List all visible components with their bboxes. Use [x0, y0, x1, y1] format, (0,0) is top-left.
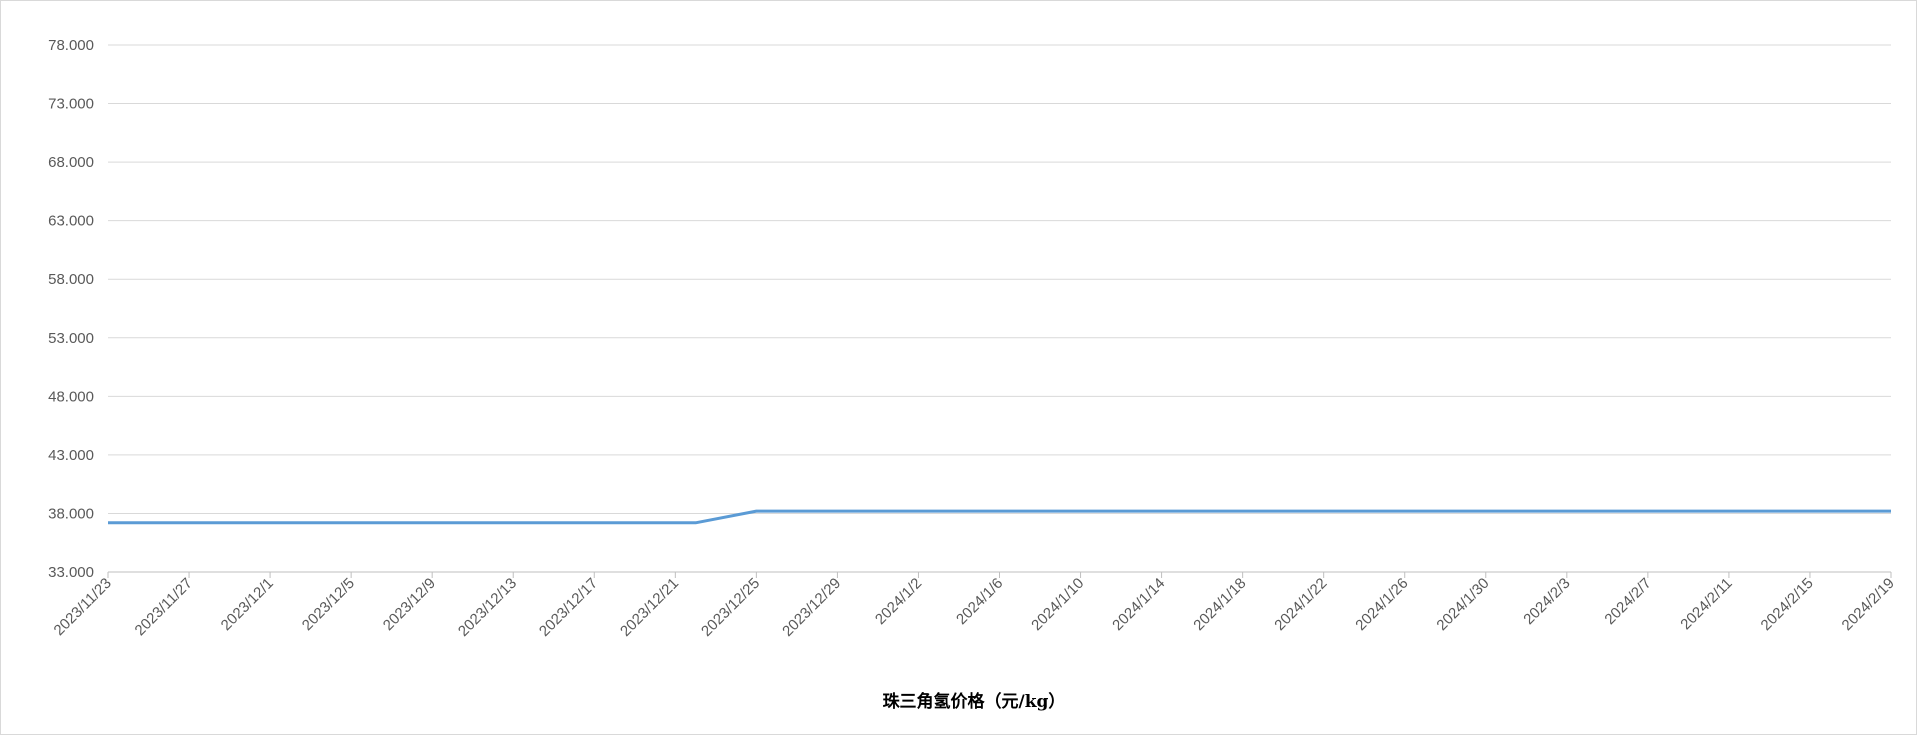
- series-layer: [108, 509, 1891, 525]
- y-tick-label: 43.000: [48, 447, 94, 464]
- x-tick-label: 2023/12/1: [218, 575, 277, 634]
- x-axis: [107, 572, 1892, 578]
- x-tick-label: 2024/1/30: [1433, 575, 1492, 634]
- x-axis-title: 珠三角氢价格（元/kg）: [883, 691, 1066, 712]
- y-tick-label: 38.000: [48, 505, 94, 522]
- x-tick-label: 2024/1/26: [1352, 575, 1411, 634]
- x-tick-label: 2024/2/3: [1520, 575, 1573, 628]
- x-tick-label: 2023/12/13: [455, 575, 520, 640]
- x-tick-label: 2023/11/27: [132, 575, 196, 639]
- x-tick-label: 2024/1/6: [953, 575, 1006, 628]
- series-line: [108, 509, 1891, 525]
- x-tick-label: 2023/11/23: [51, 575, 115, 639]
- x-tick-label: 2024/2/19: [1839, 575, 1898, 634]
- x-tick-label: 2024/2/15: [1758, 575, 1817, 634]
- x-tick-label: 2023/12/29: [779, 575, 844, 640]
- x-tick-label: 2024/1/22: [1271, 575, 1330, 634]
- x-tick-label: 2023/12/9: [380, 575, 439, 634]
- y-tick-label: 33.000: [48, 564, 94, 581]
- y-tick-label: 73.000: [48, 96, 94, 113]
- x-tick-label: 2024/1/14: [1109, 575, 1168, 634]
- y-tick-label: 48.000: [48, 388, 94, 405]
- line-chart: 33.000 38.000 43.000 48.000 53.000 58.000 63.0…: [48, 37, 1898, 712]
- y-tick-label: 63.000: [48, 213, 94, 230]
- x-tick-label: 2023/12/5: [299, 575, 358, 634]
- y-tick-label: 78.000: [48, 37, 94, 54]
- x-tick-label: 2024/1/10: [1028, 575, 1087, 634]
- x-tick-label: 2023/12/21: [617, 575, 682, 640]
- gridlines: [108, 44, 1891, 573]
- x-tick-label: 2024/1/2: [872, 575, 925, 628]
- x-tick-label: 2024/1/18: [1190, 575, 1249, 634]
- x-axis-labels: 2023/11/23 2023/11/27 2023/12/1 2023/12/5 20…: [51, 575, 1898, 640]
- x-tick-label: 2024/2/11: [1677, 575, 1735, 633]
- y-axis-labels: 33.000 38.000 43.000 48.000 53.000 58.000 63.0…: [48, 37, 94, 581]
- x-tick-label: 2024/2/7: [1601, 575, 1654, 628]
- y-tick-label: 58.000: [48, 271, 94, 288]
- x-tick-label: 2023/12/25: [698, 575, 763, 640]
- y-tick-label: 53.000: [48, 330, 94, 347]
- y-tick-label: 68.000: [48, 154, 94, 171]
- chart-container: 33.000 38.000 43.000 48.000 53.000 58.000 63.0…: [0, 0, 1917, 735]
- x-tick-label: 2023/12/17: [536, 575, 601, 640]
